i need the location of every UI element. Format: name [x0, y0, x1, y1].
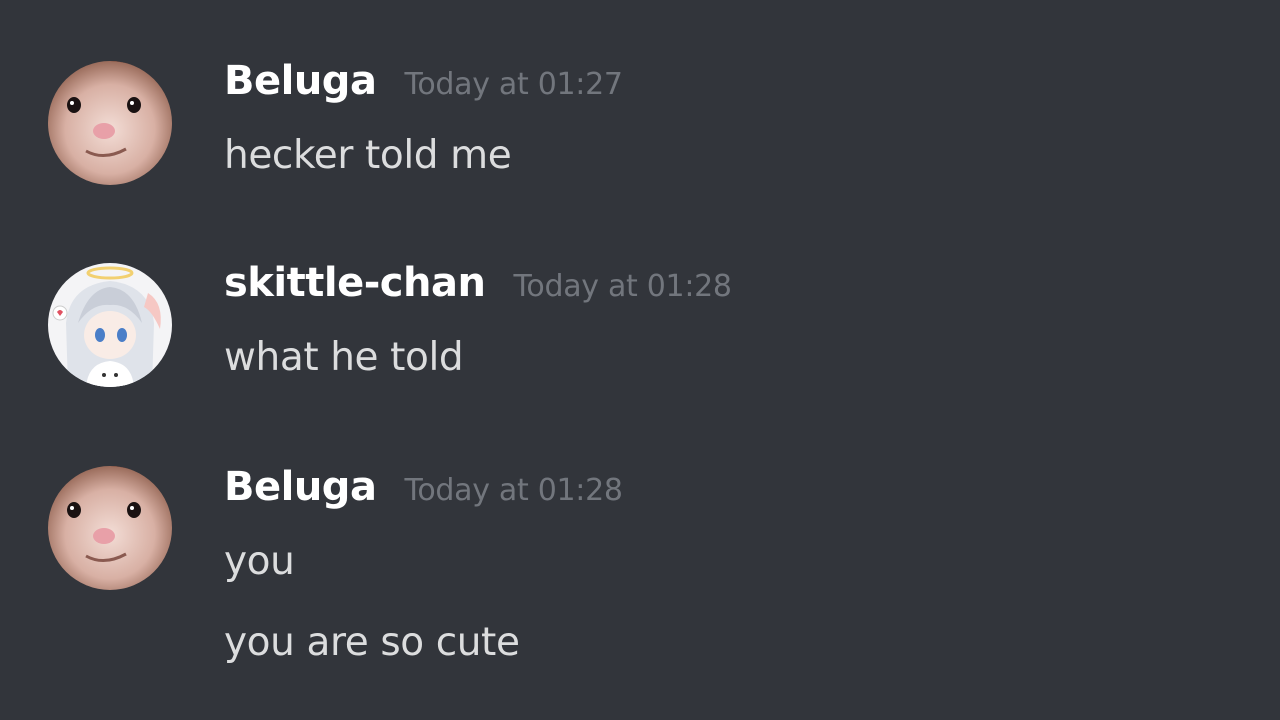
- cat-face-avatar-icon: [48, 466, 172, 590]
- timestamp: Today at 01:28: [404, 473, 623, 508]
- cat-face-avatar-icon: [48, 61, 172, 185]
- message-header: skittle-chan Today at 01:28: [224, 260, 732, 306]
- message-header: Beluga Today at 01:27: [224, 58, 623, 104]
- timestamp: Today at 01:27: [404, 67, 623, 102]
- anime-girl-halo-avatar-icon: [48, 263, 172, 387]
- message-content: you are so cute: [224, 620, 520, 665]
- message-content: what he told: [224, 335, 464, 380]
- username[interactable]: Beluga: [224, 58, 377, 104]
- message-content: you: [224, 539, 295, 584]
- avatar[interactable]: [48, 61, 172, 185]
- message-content: hecker told me: [224, 133, 512, 178]
- username[interactable]: Beluga: [224, 464, 377, 510]
- message-header: Beluga Today at 01:28: [224, 464, 623, 510]
- timestamp: Today at 01:28: [513, 269, 732, 304]
- avatar[interactable]: [48, 263, 172, 387]
- username[interactable]: skittle-chan: [224, 260, 486, 306]
- avatar[interactable]: [48, 466, 172, 590]
